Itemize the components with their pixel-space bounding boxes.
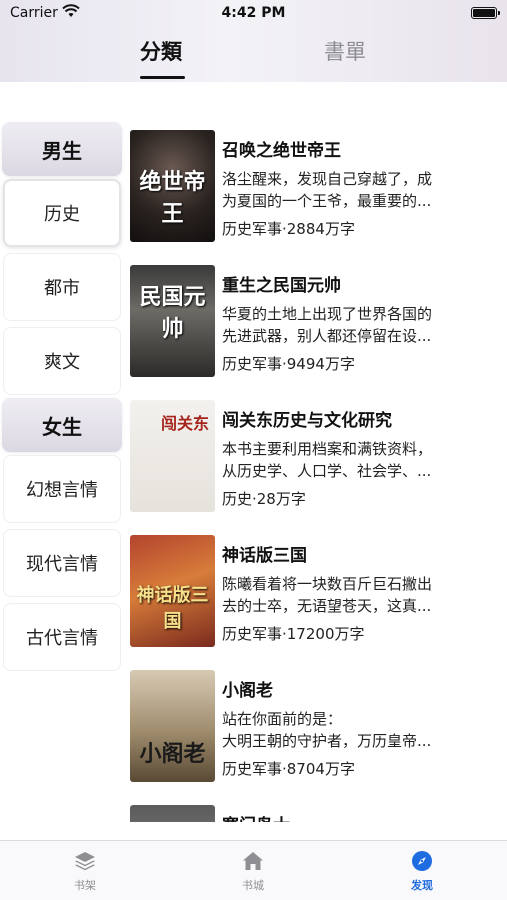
- book-cover: 神话版三国: [130, 535, 215, 647]
- category-item-fantasy-romance[interactable]: 幻想言情: [3, 455, 121, 523]
- status-bar: Carrier 4:42 PM: [0, 0, 507, 28]
- tab-bookstore-label: 书城: [242, 879, 264, 892]
- compass-icon: [412, 851, 432, 871]
- status-time: 4:42 PM: [221, 5, 286, 21]
- home-icon: [243, 852, 263, 870]
- category-item-ancient-romance[interactable]: 古代言情: [3, 603, 121, 671]
- book-title: 寒门枭士: [222, 811, 290, 822]
- book-description-line: 从历史学、人口学、社会学、...: [222, 462, 432, 480]
- book-meta: 历史军事·17200万字: [222, 625, 365, 643]
- book-meta: 历史军事·2884万字: [222, 220, 355, 238]
- tab-underline: [140, 76, 185, 79]
- stack-icon: [75, 852, 95, 871]
- battery-icon: [471, 7, 500, 19]
- book-item[interactable]: 绝世帝王 召唤之绝世帝王 洛尘醒来，发现自己穿越了，成 为夏国的一个王爷，最重要…: [128, 130, 507, 242]
- book-meta: 历史·28万字: [222, 490, 306, 508]
- book-meta: 历史军事·8704万字: [222, 760, 355, 778]
- cover-title: 神话版三国: [136, 585, 209, 632]
- top-tabs: 分類 書單: [0, 36, 507, 82]
- header-bar: Carrier 4:42 PM 分類 書單: [0, 0, 507, 82]
- book-title: 重生之民国元帅: [222, 276, 341, 296]
- book-description-line: 去的士卒，无语望苍天，这真...: [222, 597, 432, 615]
- category-header-female: 女生: [2, 398, 122, 452]
- book-description-line: 大明王朝的守护者，万历皇帝...: [222, 732, 432, 750]
- book-title: 神话版三国: [222, 546, 307, 566]
- cover-title: 民国元帅: [139, 284, 206, 342]
- tab-discover-label: 发现: [411, 879, 433, 892]
- book-item[interactable]: 民国元帅 重生之民国元帅 华夏的土地上出现了世界各国的 先进武器，别人都还停留在…: [128, 265, 507, 377]
- book-description: 陈曦看着将一块数百斤巨石撇出 去的士卒，无语望苍天，这真...: [222, 573, 474, 617]
- category-item-modern-romance[interactable]: 现代言情: [3, 529, 121, 597]
- book-description-line: 先进武器，别人都还停留在设...: [222, 327, 432, 345]
- tab-bookstore[interactable]: 书城: [213, 849, 293, 893]
- tab-bookshelf[interactable]: 书架: [45, 849, 125, 893]
- bottom-tab-bar: 书架 书城 发现: [0, 840, 507, 900]
- book-description: 站在你面前的是： 大明王朝的守护者，万历皇帝...: [222, 708, 474, 752]
- book-description-line: 洛尘醒来，发现自己穿越了，成: [222, 170, 433, 188]
- tab-category[interactable]: 分類: [140, 36, 182, 66]
- book-cover: 闯关东: [130, 400, 215, 512]
- book-item[interactable]: 闯关东 闯关东历史与文化研究 本书主要利用档案和满铁资料， 从历史学、人口学、社…: [128, 400, 507, 512]
- book-title: 闯关东历史与文化研究: [222, 411, 392, 431]
- book-description: 洛尘醒来，发现自己穿越了，成 为夏国的一个王爷，最重要的...: [222, 168, 474, 212]
- book-title: 小阁老: [222, 681, 273, 701]
- book-item[interactable]: 神话版三国 神话版三国 陈曦看着将一块数百斤巨石撇出 去的士卒，无语望苍天，这真…: [128, 535, 507, 647]
- book-description-line: 为夏国的一个王爷，最重要的...: [222, 192, 432, 210]
- book-list: 绝世帝王 召唤之绝世帝王 洛尘醒来，发现自己穿越了，成 为夏国的一个王爷，最重要…: [128, 130, 507, 822]
- cover-title: 绝世帝王: [139, 169, 206, 227]
- cover-title: 闯关东: [160, 414, 209, 433]
- book-description: 华夏的土地上出现了世界各国的 先进武器，别人都还停留在设...: [222, 303, 474, 347]
- book-item[interactable]: 小阁老 小阁老 站在你面前的是： 大明王朝的守护者，万历皇帝... 历史军事·8…: [128, 670, 507, 782]
- tab-bookshelf-label: 书架: [74, 879, 96, 892]
- book-cover: 小阁老: [130, 670, 215, 782]
- category-item-urban[interactable]: 都市: [3, 253, 121, 321]
- category-item-history[interactable]: 历史: [3, 179, 121, 247]
- book-description-line: 本书主要利用档案和满铁资料，: [222, 440, 433, 458]
- book-cover: 绝世帝王: [130, 130, 215, 242]
- cover-title: 小阁老: [139, 741, 206, 767]
- book-description-line: 陈曦看着将一块数百斤巨石撇出: [222, 575, 433, 593]
- book-title: 召唤之绝世帝王: [222, 141, 341, 161]
- book-description-line: 站在你面前的是：: [222, 710, 343, 728]
- tab-booklist[interactable]: 書單: [324, 36, 366, 66]
- book-cover: 民国元帅: [130, 265, 215, 377]
- tab-discover[interactable]: 发现: [382, 849, 462, 893]
- book-meta: 历史军事·9494万字: [222, 355, 355, 373]
- category-item-shuangwen[interactable]: 爽文: [3, 327, 121, 395]
- book-cover: [130, 805, 215, 822]
- category-header-male: 男生: [2, 122, 122, 176]
- book-item[interactable]: 寒门枭士: [128, 805, 507, 822]
- book-description: 本书主要利用档案和满铁资料， 从历史学、人口学、社会学、...: [222, 438, 474, 482]
- book-description-line: 华夏的土地上出现了世界各国的: [222, 305, 433, 323]
